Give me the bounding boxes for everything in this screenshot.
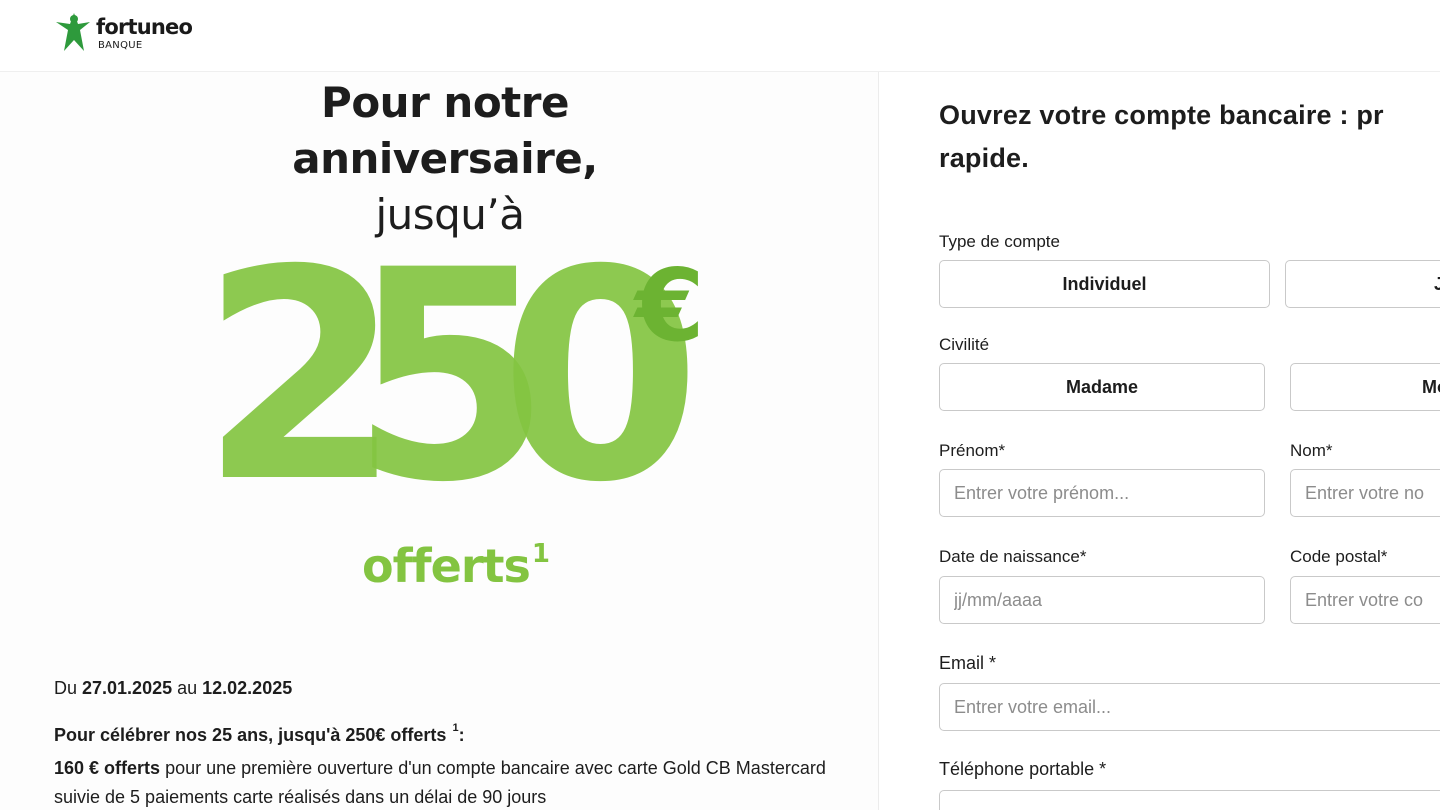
- account-type-label: Type de compte: [939, 232, 1060, 251]
- promo-panel: Pour notre anniversaire, jusqu’à 250 € o…: [0, 72, 878, 810]
- birthdate-input[interactable]: [939, 576, 1265, 624]
- phone-input[interactable]: [939, 790, 1440, 810]
- promo-amount: 250: [200, 242, 690, 502]
- footnote-ref[interactable]: 1: [532, 539, 550, 569]
- site-header: fortuneo BANQUE: [0, 0, 1440, 72]
- account-type-individual-button[interactable]: Individuel: [939, 260, 1270, 308]
- fortuneo-logo[interactable]: fortuneo BANQUE: [56, 13, 193, 53]
- email-label: Email *: [939, 653, 997, 673]
- form-title: Ouvrez votre compte bancaire : pr rapide.: [939, 100, 1384, 173]
- lastname-label: Nom*: [1290, 441, 1333, 460]
- civility-madame-button[interactable]: Madame: [939, 363, 1265, 411]
- civility-monsieur-button[interactable]: Mon: [1290, 363, 1440, 411]
- promo-currency: €: [633, 247, 705, 364]
- promo-title-line2: anniversaire,: [292, 134, 598, 183]
- lastname-input[interactable]: [1290, 469, 1440, 517]
- promo-upto: jusqu’à: [375, 190, 525, 239]
- email-input[interactable]: [939, 683, 1440, 731]
- promo-celebrate: Pour célébrer nos 25 ans, jusqu'à 250€ o…: [54, 722, 465, 745]
- promo-dates: Du 27.01.2025 au 12.02.2025: [54, 678, 293, 698]
- birthdate-label: Date de naissance*: [939, 547, 1087, 566]
- brand-name: fortuneo: [96, 15, 193, 39]
- promo-offered: offerts1: [362, 539, 550, 593]
- promo-offer-description: 160 € offerts pour une première ouvertur…: [54, 758, 826, 807]
- civility-label: Civilité: [939, 335, 990, 354]
- postcode-input[interactable]: [1290, 576, 1440, 624]
- postcode-label: Code postal*: [1290, 547, 1388, 566]
- firstname-input[interactable]: [939, 469, 1265, 517]
- firstname-label: Prénom*: [939, 441, 1006, 460]
- account-type-joint-button[interactable]: Jo: [1285, 260, 1440, 308]
- promo-amount-graphic: 250 €: [200, 242, 740, 502]
- brand-subtitle: BANQUE: [98, 40, 143, 51]
- promo-title-line1: Pour notre: [321, 78, 569, 127]
- signup-form-panel: Ouvrez votre compte bancaire : pr rapide.…: [878, 72, 1440, 810]
- star-person-icon: [56, 13, 90, 51]
- phone-label: Téléphone portable *: [939, 759, 1107, 779]
